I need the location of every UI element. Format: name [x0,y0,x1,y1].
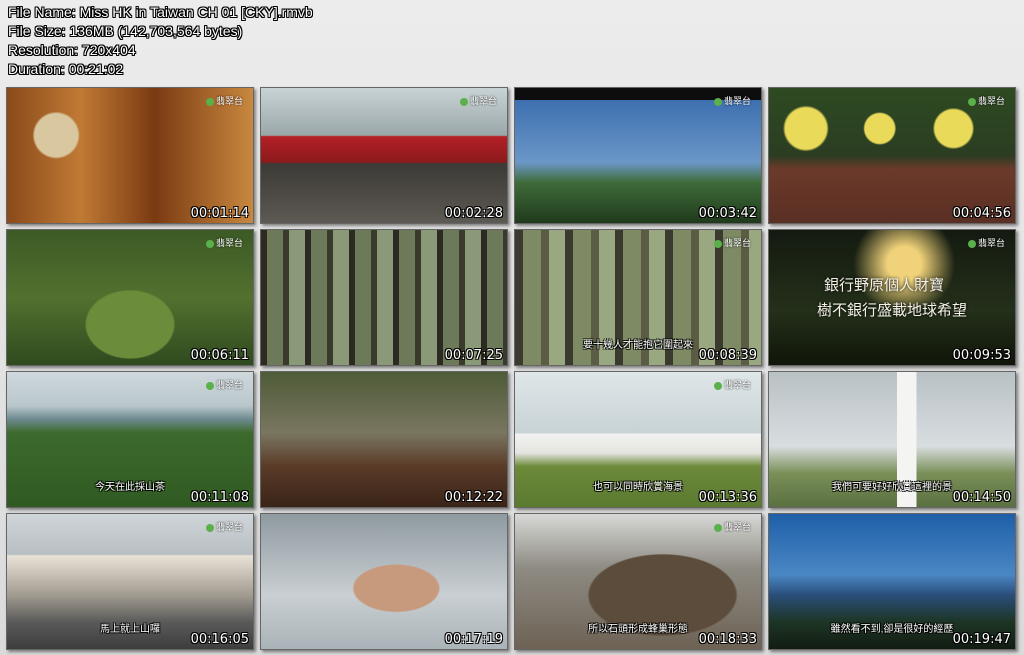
channel-logo: 翡翠台 [968,94,1005,107]
frame-image [7,230,253,365]
timestamp: 00:01:14 [190,206,249,221]
thumbnail-red-train: 翡翠台 00:02:28 [260,87,508,224]
thumbnail-tea-drinking: 00:12:22 [260,371,508,508]
channel-logo: 翡翠台 [460,94,497,107]
thumbnail-street-pink: 翡翠台 馬上就上山囉 00:16:05 [6,513,254,650]
thumbnail-forest-group: 翡翠台 要十幾人才能抱它圍起來 00:08:39 [514,229,762,366]
timestamp: 00:19:47 [952,632,1011,647]
timestamp: 00:03:42 [698,206,757,221]
frame-image [261,230,507,365]
thumbnail-dark-trees-text: 翡翠台銀行野原個人財寶樹不銀行盛載地球希望 00:09:53 [768,229,1016,366]
thumbnail-umbrellas: 翡翠台 00:04:56 [768,87,1016,224]
timestamp: 00:14:50 [952,490,1011,505]
channel-logo: 翡翠台 [968,236,1005,249]
frame-image [515,88,761,223]
thumbnail-rock-coast: 翡翠台 所以石頭形成蜂巢形態 00:18:33 [514,513,762,650]
timestamp: 00:12:22 [444,490,503,505]
channel-logo: 翡翠台 [206,94,243,107]
thumbnail-tea-field: 翡翠台 今天在此採山茶 00:11:08 [6,371,254,508]
thumbnail-tall-forest: 00:07:25 [260,229,508,366]
channel-logo: 翡翠台 [714,378,751,391]
thumbnail-travel-book: 翡翠台 00:01:14 [6,87,254,224]
timestamp: 00:16:05 [190,632,249,647]
frame-image [769,88,1015,223]
frame-image [769,230,1015,365]
frame-image [261,514,507,649]
frame-image [261,88,507,223]
timestamp: 00:13:36 [698,490,757,505]
channel-logo: 翡翠台 [714,520,751,533]
thumbnail-grid: 翡翠台 00:01:14 翡翠台 00:02:28 翡翠台 00:03:42 翡翠台 00:0… [0,0,1024,655]
overlay-text: 銀行野原個人財寶 [824,276,945,294]
overlay-text: 樹不銀行盛載地球希望 [817,301,968,319]
frame-image [7,88,253,223]
frame-image [261,372,507,507]
timestamp: 00:08:39 [698,348,757,363]
channel-logo: 翡翠台 [714,236,751,249]
timestamp: 00:11:08 [190,490,249,505]
timestamp: 00:18:33 [698,632,757,647]
thumbnail-sea-trees: 雖然看不到,卻是很好的經歷 00:19:47 [768,513,1016,650]
thumbnail-lighthouse: 我們可要好好欣賞這裡的景 00:14:50 [768,371,1016,508]
timestamp: 00:09:53 [952,348,1011,363]
thumbnail-green-garden: 翡翠台 00:06:11 [6,229,254,366]
timestamp: 00:17:19 [444,632,503,647]
timestamp: 00:04:56 [952,206,1011,221]
channel-logo: 翡翠台 [206,236,243,249]
timestamp: 00:02:28 [444,206,503,221]
timestamp: 00:07:25 [444,348,503,363]
channel-logo: 翡翠台 [714,94,751,107]
thumbnail-bikini: 00:17:19 [260,513,508,650]
channel-logo: 翡翠台 [206,520,243,533]
thumbnail-white-building: 翡翠台 也可以同時欣賞海景 00:13:36 [514,371,762,508]
timestamp: 00:06:11 [190,348,249,363]
channel-logo: 翡翠台 [206,378,243,391]
thumbnail-blue-sky-trees: 翡翠台 00:03:42 [514,87,762,224]
